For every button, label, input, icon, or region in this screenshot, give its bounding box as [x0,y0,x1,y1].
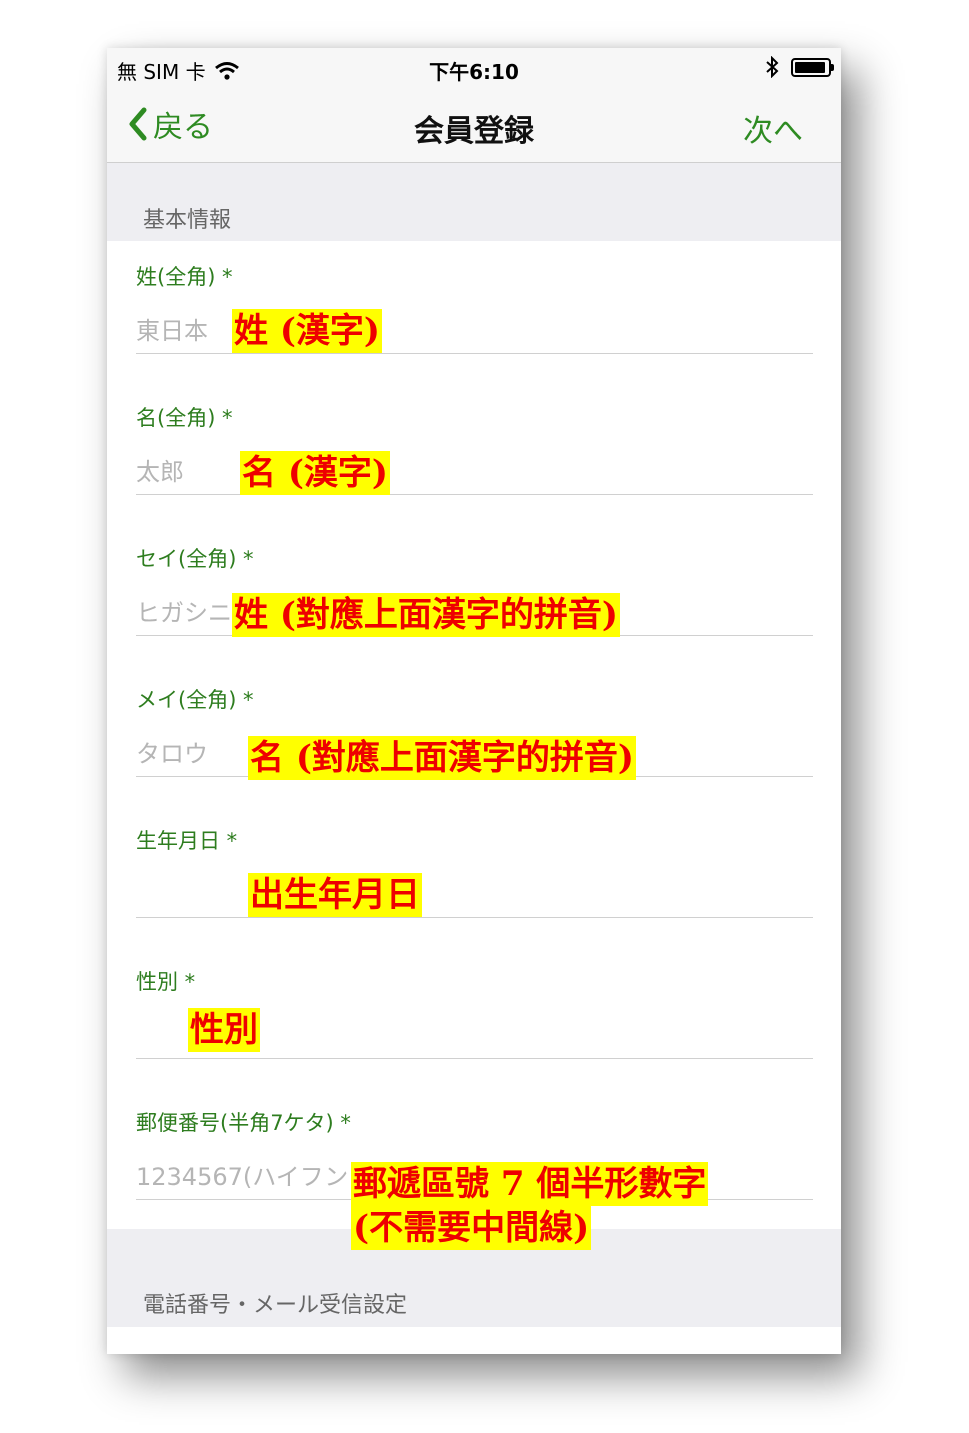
annotation-postal-code-line1: 郵遞區號 7 個半形數字 [351,1162,709,1206]
field-label: 郵便番号(半角7ケタ) * [136,1111,351,1135]
field-underline [136,917,813,918]
phone-screen: 無 SIM 卡 下午6:10 戻る 会員登録 次へ 基本情報 姓(全角) * 東… [107,48,841,1354]
field-underline [136,494,813,495]
field-first-name-kana[interactable]: メイ(全角) * タロウ [136,664,813,805]
field-label: 性別 * [136,970,196,994]
field-label: 生年月日 * [136,829,238,853]
field-label: 名(全角) * [136,406,233,430]
battery-icon [791,57,834,77]
navigation-bar: 戻る 会員登録 次へ [107,88,841,163]
annotation-first-name-kana: 名 (對應上面漢字的拼音) [248,736,637,780]
section-header-basic: 基本情報 [107,163,841,241]
last-name-input[interactable]: 東日本 [136,311,208,346]
last-name-kana-input[interactable]: ヒガシニ [136,593,232,628]
annotation-postal-code-line2: (不需要中間線) [351,1206,592,1250]
bluetooth-icon [766,56,779,78]
field-first-name[interactable]: 名(全角) * 太郎 [136,382,813,523]
annotation-first-name: 名 (漢字) [240,451,391,495]
postal-code-input[interactable]: 1234567(ハイフン [136,1157,348,1192]
annotation-birthdate: 出生年月日 [248,873,422,917]
annotation-gender: 性別 [188,1008,260,1052]
field-underline [136,1058,813,1059]
list-bottom [107,1327,841,1354]
annotation-last-name: 姓 (漢字) [232,309,383,353]
page-title: 会員登録 [414,114,534,149]
status-bar: 無 SIM 卡 下午6:10 [107,48,841,88]
status-time: 下午6:10 [429,60,519,84]
field-label: セイ(全角) * [136,547,254,571]
field-label: メイ(全角) * [136,688,254,712]
field-underline [136,353,813,354]
next-button[interactable]: 次へ [743,106,803,150]
section-title-contact: 電話番号・メール受信設定 [143,1293,408,1318]
form-fields: 姓(全角) * 東日本 名(全角) * 太郎 セイ(全角) * ヒガシニ メイ(… [107,241,841,1229]
annotation-last-name-kana: 姓 (對應上面漢字的拼音) [232,593,621,637]
first-name-kana-input[interactable]: タロウ [136,734,208,769]
first-name-input[interactable]: 太郎 [136,452,184,487]
section-title-basic: 基本情報 [143,208,232,233]
field-label: 姓(全角) * [136,265,233,289]
field-birthdate[interactable]: 生年月日 * [136,805,813,946]
status-right [765,56,834,78]
